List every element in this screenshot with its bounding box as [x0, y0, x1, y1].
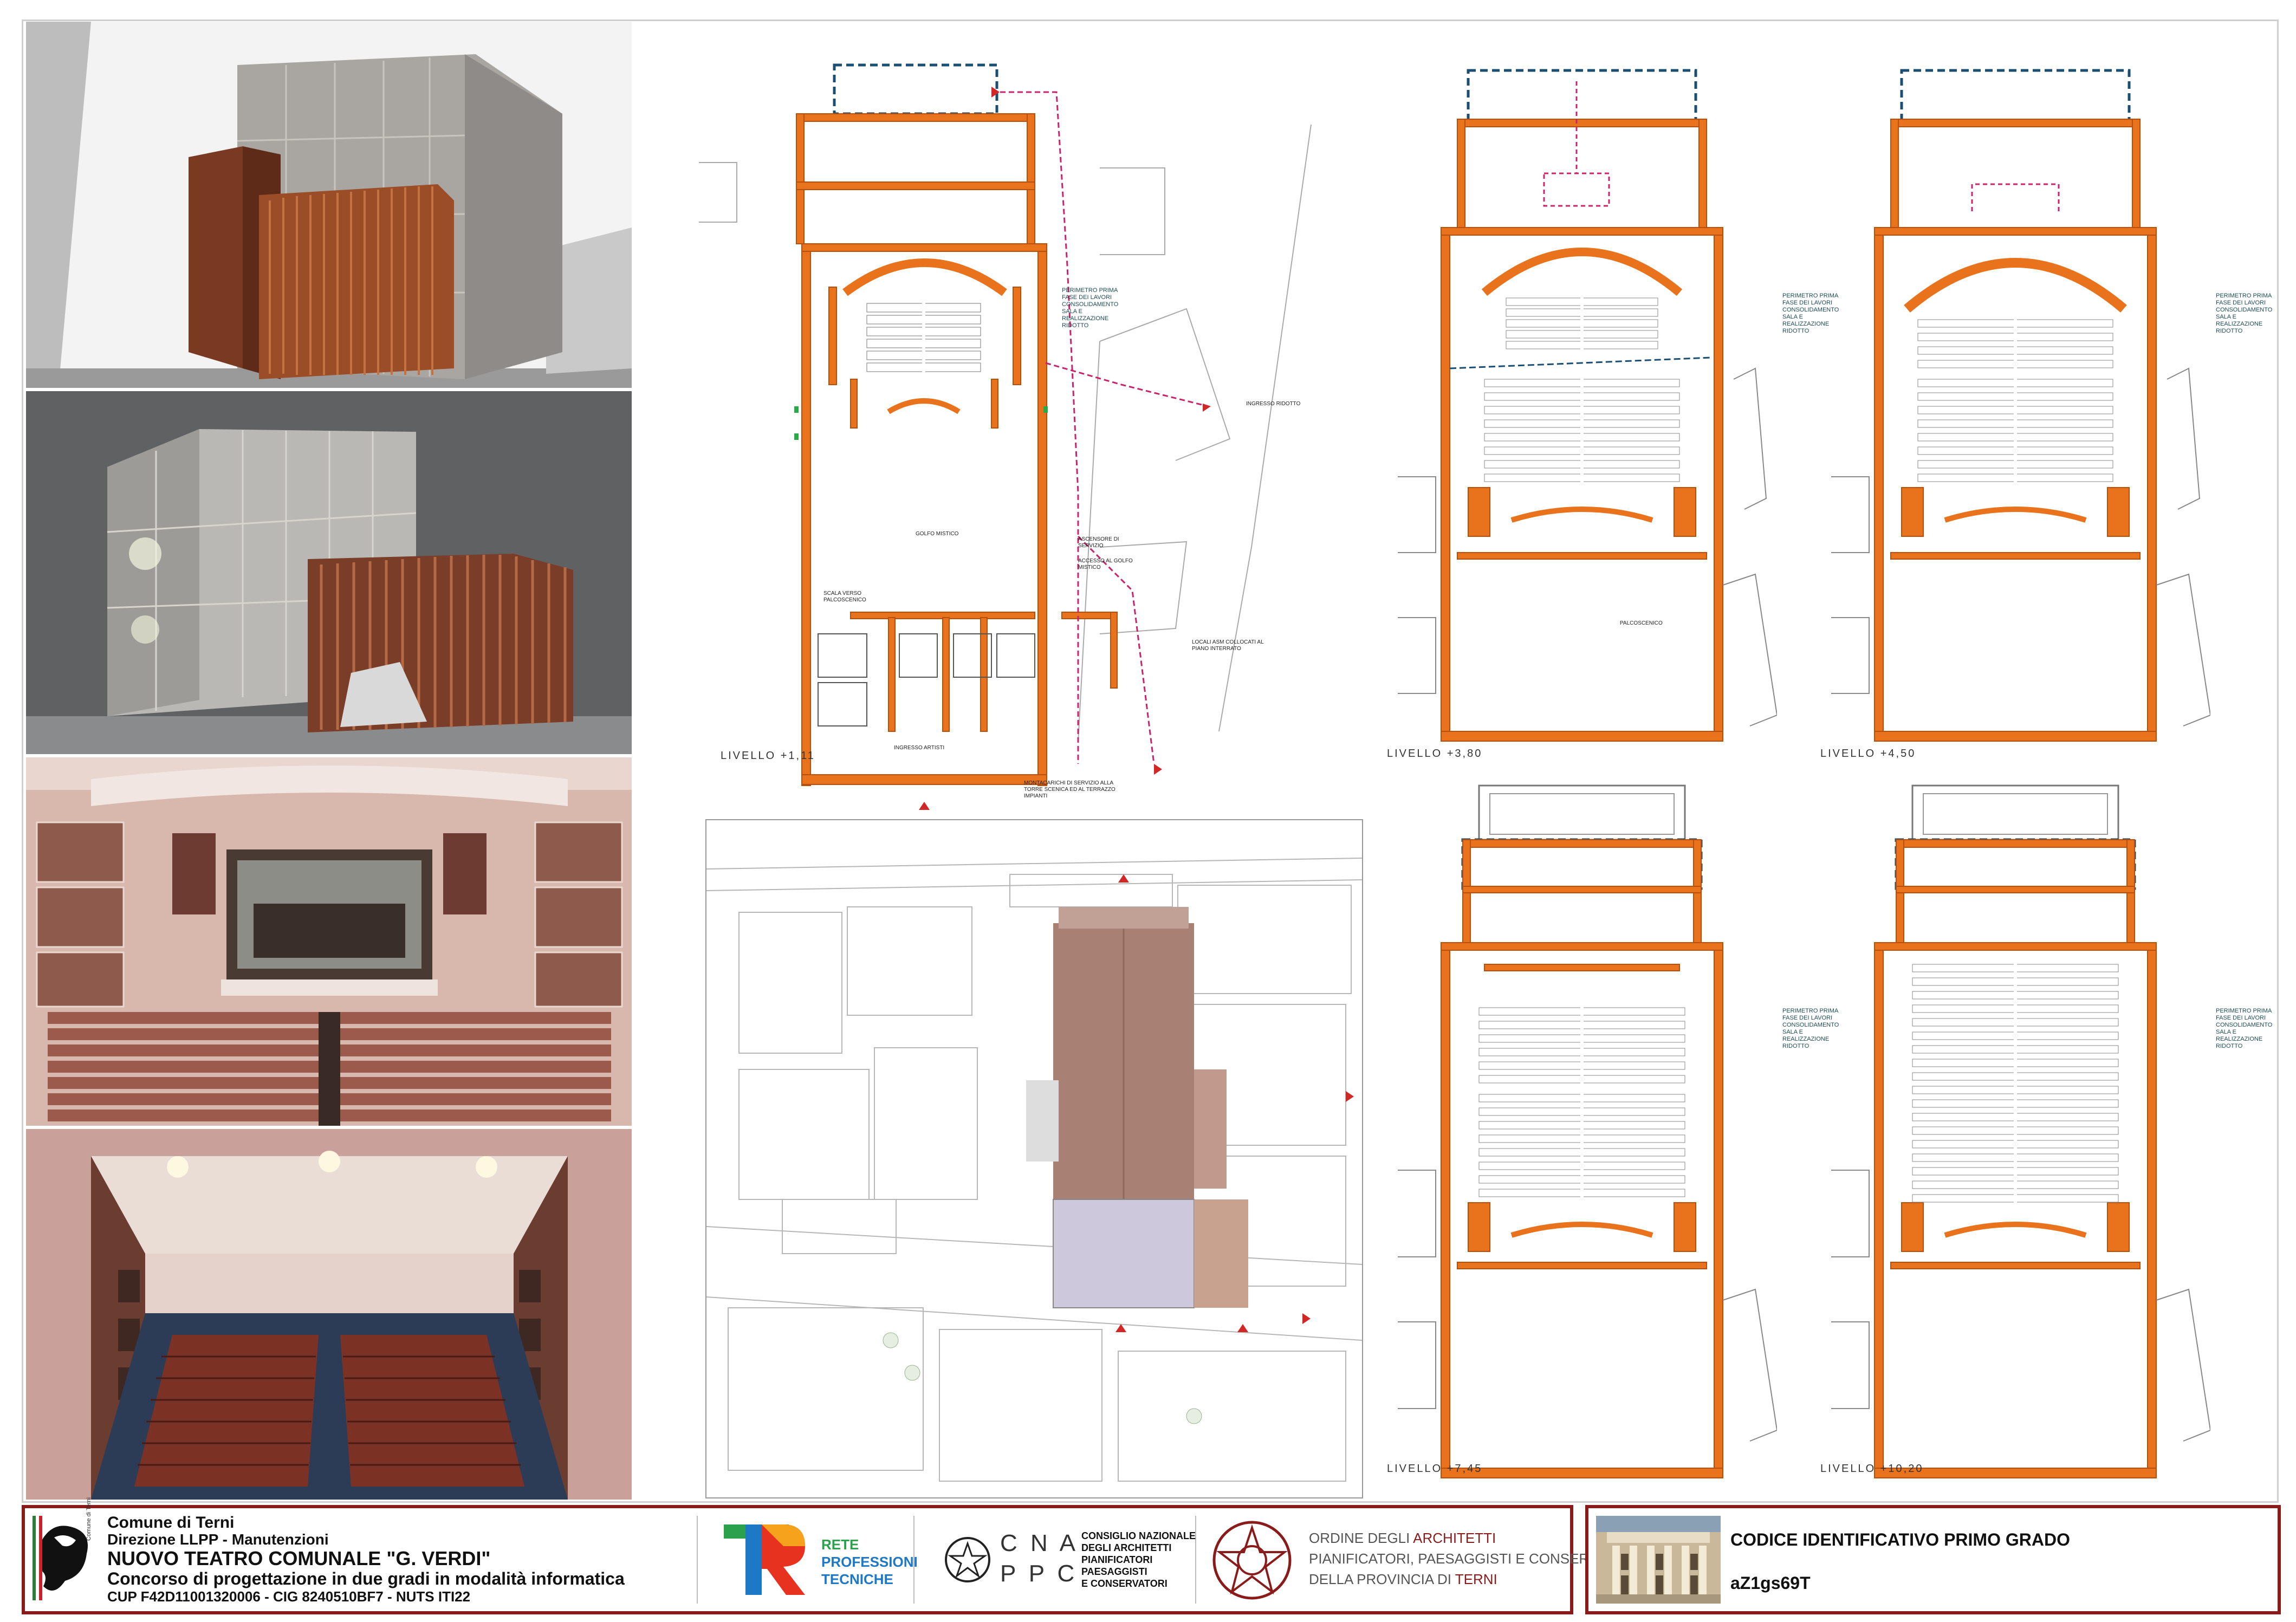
level-label-2: LIVELLO +3,80 [1387, 748, 1483, 760]
plan-level-5 [1809, 780, 2210, 1484]
cnappc-line2: P P C [1000, 1560, 1078, 1587]
footer-codes: CUP F42D11001320006 - CIG 8240510BF7 - N… [107, 1588, 471, 1605]
footer-comune: Comune di Terni [107, 1514, 235, 1532]
italian-emblem-icon [941, 1530, 995, 1589]
rpt-line1: RETE [821, 1536, 859, 1553]
level-label-5: LIVELLO +10,20 [1820, 1463, 1924, 1475]
cnappc-desc-line: DEGLI ARCHITETTI [1081, 1542, 1172, 1553]
render-interior-stage [26, 757, 632, 1126]
note-ascensore: ASCENSORE DI SERVIZIO [1078, 536, 1119, 549]
plan-level-2 [1376, 65, 1777, 758]
footer-direzione: Direzione LLPP - Manutenzioni [107, 1531, 329, 1548]
note-ingresso-artisti: INGRESSO ARTISTI [894, 745, 945, 751]
ordine-architetti-logo-icon [1206, 1517, 1298, 1604]
cnappc-desc-line: E CONSERVATORI [1081, 1578, 1168, 1589]
footer-concorso: Concorso di progettazione in due gradi i… [107, 1569, 625, 1588]
theatre-facade-thumbnail [1596, 1516, 1721, 1604]
rpt-line3: TECNICHE [821, 1571, 893, 1587]
cnappc-desc-line: CONSIGLIO NAZIONALE [1081, 1530, 1196, 1541]
note-golfo: GOLFO MISTICO [916, 531, 959, 537]
render-exterior-day [26, 22, 632, 388]
render-exterior-night [26, 391, 632, 754]
codice-title: CODICE IDENTIFICATIVO PRIMO GRADO [1730, 1530, 2070, 1549]
footer-code-box: CODICE IDENTIFICATIVO PRIMO GRADO aZ1gs6… [1585, 1505, 2281, 1614]
level-label-1: LIVELLO +1,11 [721, 750, 815, 762]
cnappc-desc-line: PIANIFICATORI [1081, 1554, 1153, 1565]
site-plan [705, 819, 1363, 1498]
note-perimeter-3: PERIMETRO PRIMA FASE DEI LAVORI CONSOLID… [2216, 293, 2273, 334]
rpt-line2: PROFESSIONI [821, 1554, 918, 1570]
plan-level-4 [1376, 780, 1777, 1484]
level-label-3: LIVELLO +4,50 [1820, 748, 1916, 760]
note-scala: SCALA VERSO PALCOSCENICO [823, 591, 866, 603]
ordine-line1a: ORDINE DEGLI [1309, 1530, 1413, 1546]
cnappc-desc-line: PAESAGGISTI [1081, 1566, 1147, 1577]
ordine-line3b: TERNI [1455, 1571, 1497, 1587]
ordine-line1b: ARCHITETTI [1413, 1530, 1496, 1546]
note-montacarichi: MONTACARICHI DI SERVIZIO ALLA TORRE SCEN… [1024, 780, 1115, 799]
footer-divider [697, 1516, 698, 1604]
ordine-line1: ORDINE DEGLI ARCHITETTI [1309, 1530, 1496, 1547]
footer-info-box: Comune di Terni Comune di Terni Direzion… [22, 1497, 1639, 1614]
ordine-line3a: DELLA PROVINCIA DI [1309, 1571, 1455, 1587]
note-perimeter-5: PERIMETRO PRIMA FASE DEI LAVORI CONSOLID… [2216, 1008, 2273, 1049]
plan-level-1 [688, 60, 1360, 818]
note-ingresso-ridotto: INGRESSO RIDOTTO [1246, 401, 1301, 407]
codice-value: aZ1gs69T [1730, 1573, 1811, 1593]
footer-project-title: NUOVO TEATRO COMUNALE "G. VERDI" [107, 1547, 491, 1569]
ordine-line3: DELLA PROVINCIA DI TERNI [1309, 1571, 1497, 1588]
note-perimeter-1: PERIMETRO PRIMA FASE DEI LAVORI CONSOLID… [1062, 287, 1119, 329]
note-palcoscenico-2: PALCOSCENICO [1620, 620, 1663, 626]
render-interior-hall [26, 1129, 632, 1500]
note-locali-asm: LOCALI ASM COLLOCATI AL PIANO INTERRATO [1192, 639, 1264, 652]
cnappc-description: CONSIGLIO NAZIONALE DEGLI ARCHITETTI PIA… [1081, 1530, 1196, 1589]
rpt-logo-icon [724, 1519, 816, 1600]
plan-level-3 [1809, 65, 2210, 758]
cnappc-line1: C N A [1000, 1530, 1079, 1556]
note-accesso-golfo: ACCESSO AL GOLFO MISTICO [1078, 558, 1133, 570]
level-label-4: LIVELLO +7,45 [1387, 1463, 1483, 1475]
terni-logo-caption: Comune di Terni [86, 1497, 92, 1541]
